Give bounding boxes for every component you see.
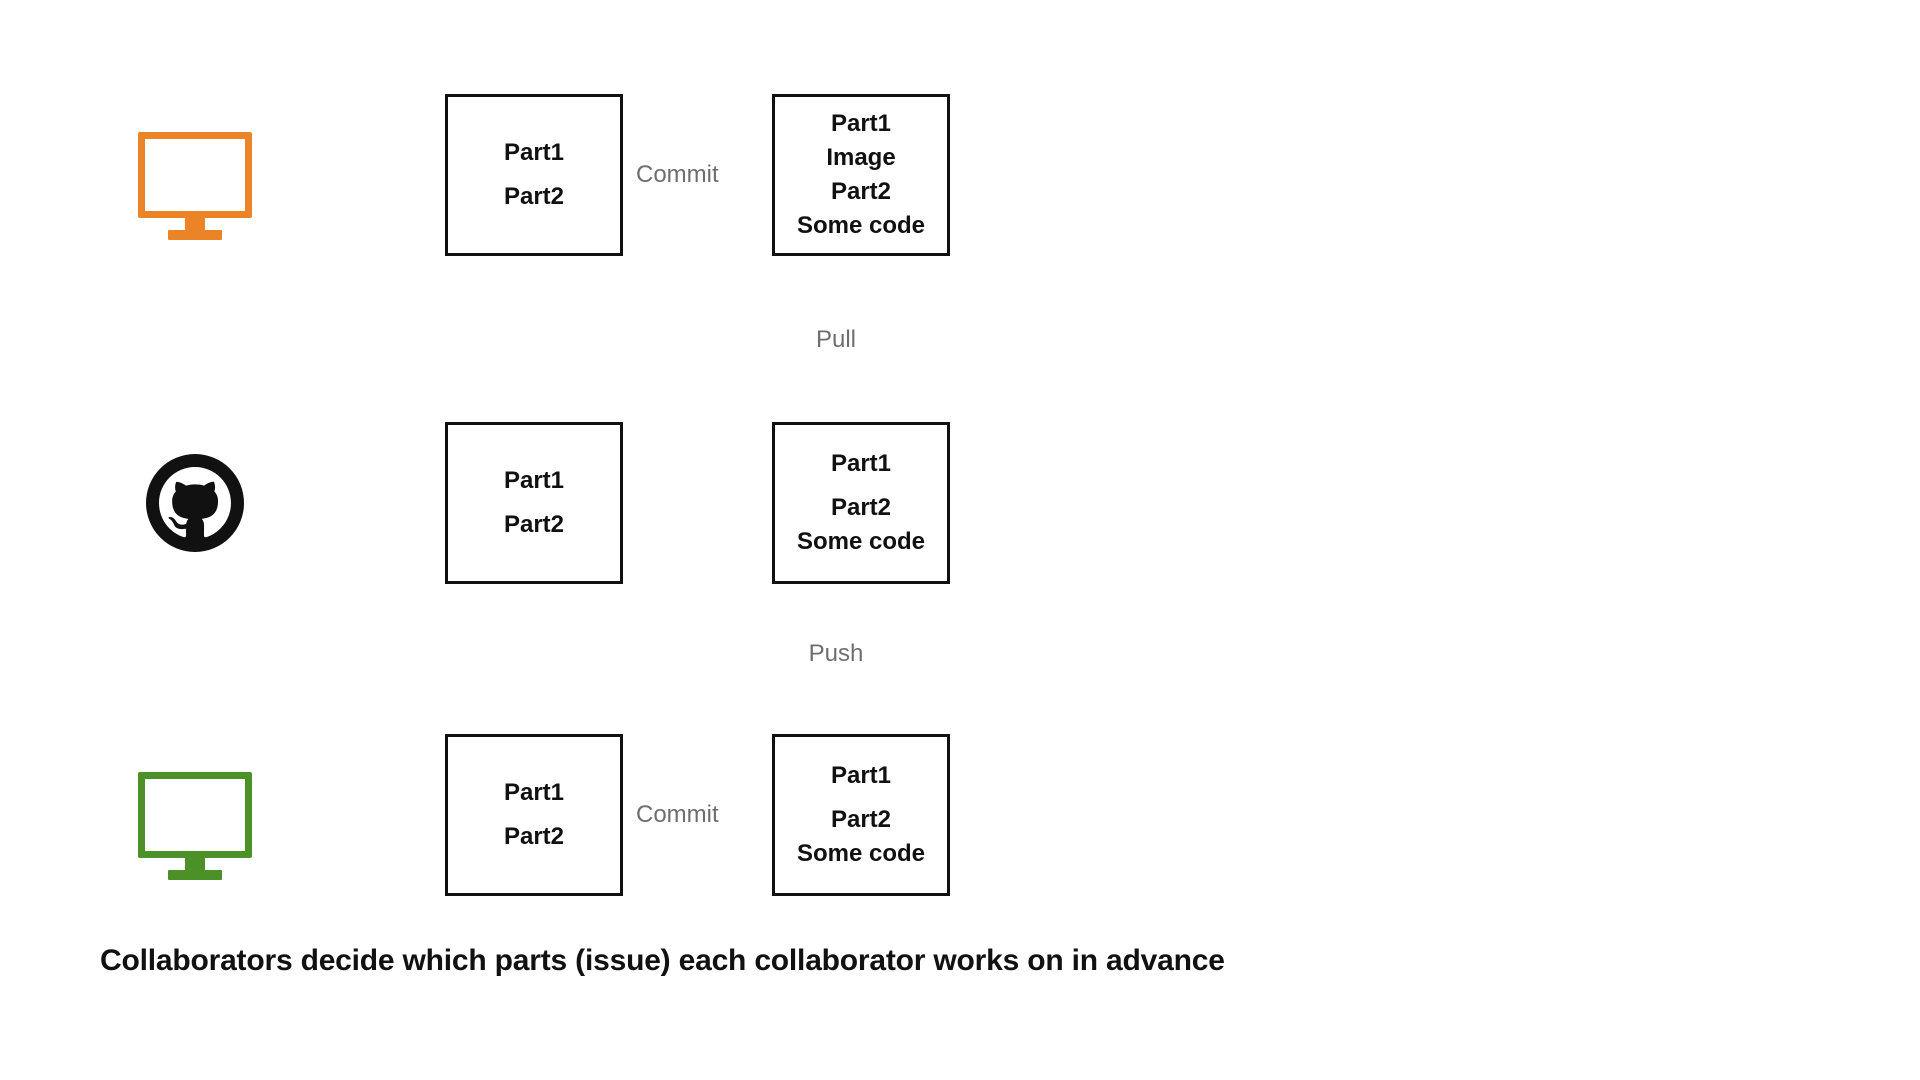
box-text: Part1	[831, 109, 891, 139]
commit-label: Commit	[636, 801, 719, 829]
monitor-green-icon	[130, 760, 260, 870]
commit-label: Commit	[636, 161, 719, 189]
row1-box-initial: Part1 Part2	[445, 94, 623, 256]
box-text: Part1	[504, 778, 564, 808]
box-text: Part2	[831, 805, 891, 835]
box-text: Part1	[504, 466, 564, 496]
diagram-row-1: Part1 Part2 Commit Part1 Image Part2 Som…	[0, 90, 1000, 260]
monitor-orange-icon	[130, 120, 260, 230]
box-text: Part1	[504, 138, 564, 168]
row3-box-after: Part1 Part2 Some code	[772, 734, 950, 896]
diagram-row-3: Part1 Part2 Commit Part1 Part2 Some code	[0, 730, 1000, 900]
row2-box-after: Part1 Part2 Some code	[772, 422, 950, 584]
row2-box-initial: Part1 Part2	[445, 422, 623, 584]
push-label: Push	[809, 640, 864, 668]
row3-box-initial: Part1 Part2	[445, 734, 623, 896]
pull-label: Pull	[816, 326, 856, 354]
github-icon	[130, 448, 260, 558]
box-text: Part2	[831, 177, 891, 207]
caption-text: Collaborators decide which parts (issue)…	[100, 944, 1225, 978]
box-text: Part1	[831, 449, 891, 479]
diagram-canvas: Part1 Part2 Commit Part1 Image Part2 Som…	[0, 0, 1920, 1080]
box-text: Some code	[797, 211, 925, 241]
box-text: Part1	[831, 761, 891, 791]
diagram-row-2: Part1 Part2 Part1 Part2 Some code	[0, 418, 1000, 588]
box-text: Part2	[504, 182, 564, 212]
box-text: Some code	[797, 527, 925, 557]
box-text: Part2	[504, 510, 564, 540]
box-text: Part2	[504, 822, 564, 852]
row1-box-after: Part1 Image Part2 Some code	[772, 94, 950, 256]
box-text: Part2	[831, 493, 891, 523]
box-text: Some code	[797, 839, 925, 869]
box-text: Image	[826, 143, 895, 173]
